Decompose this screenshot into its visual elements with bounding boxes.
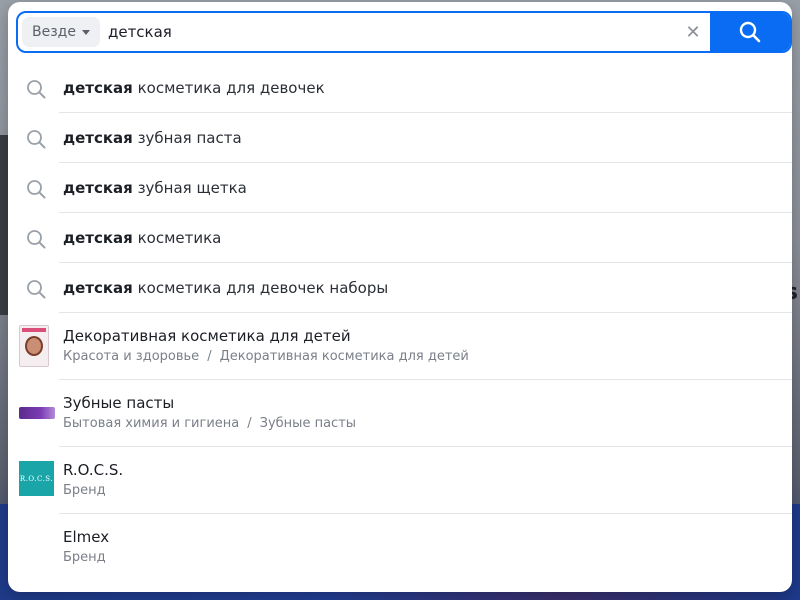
search-button[interactable] — [710, 13, 790, 51]
category-path: Красота и здоровье / Декоративная косметик… — [63, 349, 469, 364]
suggestion-text: детская косметика для девочек — [63, 79, 325, 97]
toothpaste-thumbnail — [19, 407, 55, 419]
category-path-parent: Бытовая химия и гигиена — [63, 416, 240, 431]
search-icon — [27, 180, 46, 199]
face-illustration — [25, 336, 43, 356]
search-bar: Везде ✕ — [16, 11, 792, 53]
category-item[interactable]: Декоративная косметика для детей Красота… — [8, 313, 792, 380]
suggestion-match: детская — [63, 229, 133, 247]
suggestion-item[interactable]: детская зубная щетка — [8, 163, 792, 213]
search-icon — [27, 80, 46, 99]
suggestion-rest: косметика для девочек — [132, 79, 325, 97]
brand-item[interactable]: Elmex Бренд — [8, 514, 792, 581]
suggestion-item[interactable]: детская косметика — [8, 213, 792, 263]
suggestion-match: детская — [63, 129, 133, 147]
suggestion-list: детская косметика для девочек детская зу… — [8, 63, 792, 581]
suggestion-rest: косметика для девочек наборы — [132, 279, 389, 297]
suggestion-rest: косметика — [132, 229, 222, 247]
suggestion-match: детская — [63, 179, 133, 197]
rocs-logo: R.O.C.S. — [19, 461, 54, 496]
search-icon — [27, 230, 46, 249]
search-icon — [27, 280, 46, 299]
category-path-separator: / — [207, 349, 212, 364]
category-path-leaf: Декоративная косметика для детей — [219, 349, 469, 364]
category-title: Декоративная косметика для детей — [63, 327, 351, 345]
suggestion-text: детская зубная паста — [63, 129, 242, 147]
brand-title: R.O.C.S. — [63, 461, 124, 479]
suggestion-match: детская — [63, 279, 133, 297]
brand-item[interactable]: R.O.C.S. R.O.C.S. Бренд — [8, 447, 792, 514]
brand-label: Бренд — [63, 550, 106, 565]
category-path-parent: Красота и здоровье — [63, 349, 200, 364]
search-dropdown: Везде ✕ детская косметика для девочек — [8, 2, 792, 592]
suggestion-item[interactable]: детская косметика для девочек наборы — [8, 263, 792, 313]
search-icon — [27, 130, 46, 149]
suggestion-match: детская — [63, 79, 133, 97]
category-path-leaf: Зубные пасты — [259, 416, 357, 431]
package-band — [22, 328, 46, 332]
search-icon — [739, 21, 761, 43]
category-path: Бытовая химия и гигиена / Зубные пасты — [63, 416, 356, 431]
clear-search-button[interactable]: ✕ — [676, 13, 710, 51]
close-icon: ✕ — [685, 21, 701, 43]
search-scope-label: Везде — [32, 24, 76, 40]
cosmetics-thumbnail — [19, 325, 49, 367]
suggestion-text: детская косметика для девочек наборы — [63, 279, 388, 297]
category-path-separator: / — [247, 416, 252, 431]
brand-title: Elmex — [63, 528, 110, 546]
suggestion-item[interactable]: детская косметика для девочек — [8, 63, 792, 113]
category-title: Зубные пасты — [63, 394, 175, 412]
search-scope-select[interactable]: Везде — [22, 17, 100, 47]
suggestion-rest: зубная паста — [132, 129, 242, 147]
chevron-down-icon — [81, 29, 90, 35]
suggestion-rest: зубная щетка — [132, 179, 247, 197]
suggestion-text: детская зубная щетка — [63, 179, 247, 197]
suggestion-text: детская косметика — [63, 229, 221, 247]
suggestion-item[interactable]: детская зубная паста — [8, 113, 792, 163]
search-input[interactable] — [99, 13, 676, 51]
brand-label: Бренд — [63, 483, 106, 498]
category-item[interactable]: Зубные пасты Бытовая химия и гигиена / Зуб… — [8, 380, 792, 447]
